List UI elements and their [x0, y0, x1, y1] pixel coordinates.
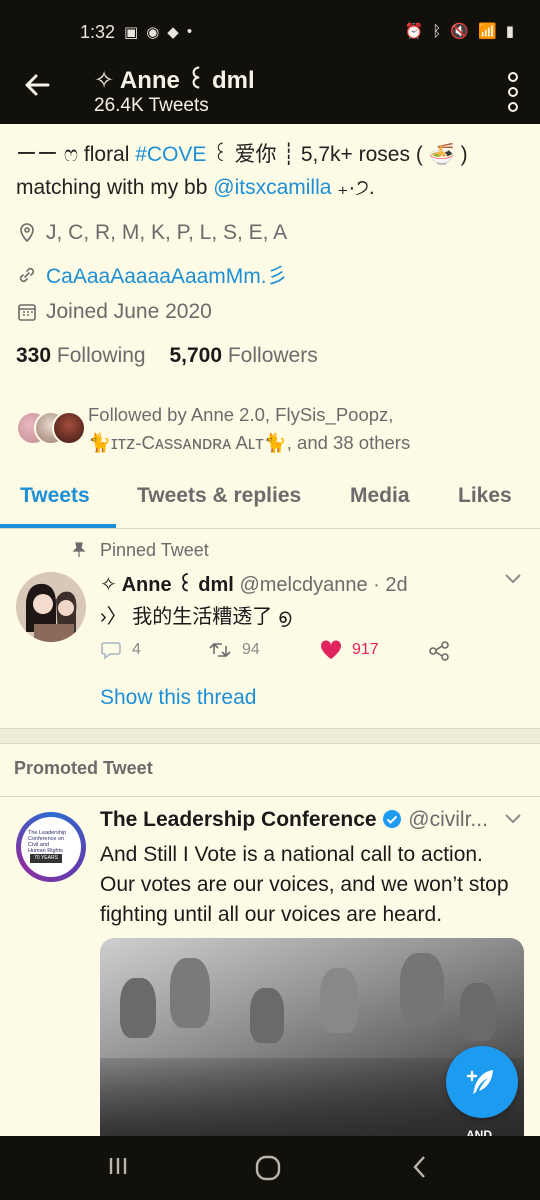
- wifi-icon: 📶: [478, 23, 497, 40]
- image-detail: [400, 953, 444, 1023]
- tweet-header: ✧ Anne ꒰ dml @melcdyanne · 2d: [100, 570, 408, 597]
- profile-link[interactable]: CaAaaAaaaaAaamMm.彡: [46, 260, 288, 290]
- link-icon: [19, 267, 35, 283]
- tweet-actions: 4 94 917: [100, 640, 520, 668]
- follow-counts: 330 Following 5,700 Followers: [16, 344, 318, 368]
- image-detail: [120, 978, 156, 1038]
- tab-tweets-replies[interactable]: Tweets & replies: [137, 484, 301, 508]
- bio-text: matching with my bb: [16, 176, 214, 199]
- image-detail: [460, 983, 496, 1041]
- followers-count: 5,700: [169, 344, 223, 367]
- status-bar: 1:32 ▣ ◉ ◆ • ⏰ ᛒ 🔇 📶 ▮: [0, 0, 540, 62]
- bio-text: ꒰ 爱你 ┊ 5,7k+ roses ( 🍜 ): [206, 143, 468, 166]
- promo-tweet-text: And Still I Vote is a national call to a…: [100, 843, 509, 926]
- profile-tabs: Tweets Tweets & replies Media Likes: [0, 470, 540, 529]
- tweet-handle-time: @melcdyanne · 2d: [239, 574, 408, 596]
- promo-org-name[interactable]: The Leadership Conference: [100, 808, 377, 831]
- following-link[interactable]: 330 Following: [16, 344, 146, 367]
- like-count: 917: [352, 641, 379, 658]
- header-profile-name: ✧ Anne ꒰ dml: [94, 67, 255, 94]
- profile-bio: ーー ෆ floral #COVE ꒰ 爱你 ┊ 5,7k+ roses ( 🍜…: [16, 138, 526, 204]
- heart-icon: [320, 640, 342, 659]
- location-text: J, C, R, M, K, P, L, S, E, A: [46, 221, 288, 244]
- bio-text: ₊·੭.: [331, 176, 375, 199]
- status-time: 1:32: [80, 22, 116, 42]
- location-pin-icon: [20, 223, 34, 243]
- tab-tweets[interactable]: Tweets: [20, 484, 90, 508]
- follower-avatars: [16, 411, 86, 445]
- following-label: Following: [56, 344, 146, 367]
- bio-hashtag-link[interactable]: #COVE: [135, 143, 206, 166]
- followers-label: Followers: [227, 344, 318, 367]
- back-arrow-icon[interactable]: [22, 70, 52, 109]
- image-detail: [320, 968, 358, 1033]
- tweet-author-avatar[interactable]: [16, 572, 86, 642]
- link-row: CaAaaAaaaaAaamMm.彡: [16, 260, 288, 290]
- home-icon[interactable]: [254, 1154, 282, 1187]
- bio-text: ーー ෆ floral: [16, 143, 136, 166]
- verified-badge-icon: [383, 810, 402, 828]
- image-detail: [250, 988, 284, 1043]
- header-tweet-count: 26.4K Tweets: [94, 95, 209, 116]
- reply-button[interactable]: 4: [100, 640, 141, 660]
- tweet-author-name[interactable]: ✧ Anne ꒰ dml: [100, 574, 234, 596]
- org-logo-avatar[interactable]: The Leadership Conference on Civil and H…: [16, 812, 86, 882]
- app-icon: ◆: [167, 24, 179, 41]
- tab-media[interactable]: Media: [350, 484, 410, 508]
- tab-likes[interactable]: Likes: [458, 484, 512, 508]
- back-nav-icon[interactable]: [410, 1154, 430, 1185]
- share-button[interactable]: [428, 640, 450, 662]
- bio-mention-link[interactable]: @itsxcamilla: [213, 176, 331, 199]
- reply-icon: [101, 642, 121, 660]
- recent-apps-icon[interactable]: [106, 1154, 130, 1183]
- battery-icon: ▮: [505, 23, 514, 40]
- tweet-menu-chevron-down-icon[interactable]: [504, 572, 522, 590]
- calendar-icon: [18, 304, 36, 321]
- image-detail: [170, 958, 210, 1028]
- reply-count: 4: [132, 641, 141, 658]
- pinned-label: Pinned Tweet: [100, 540, 209, 560]
- profile-header: ✧ Anne ꒰ dml 26.4K Tweets: [0, 62, 540, 124]
- pin-icon: [72, 542, 86, 563]
- share-icon: [429, 641, 449, 661]
- avatar: [52, 411, 86, 445]
- joined-text: Joined June 2020: [46, 300, 212, 323]
- logo-years: 70 YEARS: [30, 854, 62, 863]
- alarm-icon: ⏰: [404, 23, 424, 40]
- followed-by-line: Followed by Anne 2.0, FlySis_Poopz,: [88, 404, 394, 425]
- media-icon: ◉: [146, 24, 160, 41]
- tweet-text: ›〉 我的生活糟透了 ൭: [100, 606, 292, 628]
- compose-feather-icon: [466, 1070, 493, 1094]
- notification-icons: ▣ ◉ ◆ •: [124, 23, 192, 41]
- retweet-button[interactable]: 94: [208, 640, 260, 660]
- promo-handle: @civilr...: [408, 808, 488, 831]
- promoted-label: Promoted Tweet: [14, 758, 153, 778]
- active-tab-indicator: [0, 524, 116, 528]
- promo-header: The Leadership Conference @civilr...: [100, 808, 500, 832]
- followers-link[interactable]: 5,700 Followers: [169, 344, 317, 367]
- logo-text: The Leadership Conference on Civil and H…: [28, 830, 67, 854]
- gallery-icon: ▣: [124, 24, 139, 41]
- followed-by-line: 🐈ɪᴛᴢ-Cᴀssᴀɴᴅʀᴀ Aʟᴛ🐈, and 38 others: [88, 432, 411, 453]
- like-button[interactable]: 917: [320, 640, 379, 660]
- system-icons: ⏰ ᛒ 🔇 📶 ▮: [404, 22, 514, 41]
- divider: [0, 796, 540, 797]
- following-count: 330: [16, 344, 52, 367]
- compose-tweet-button[interactable]: [446, 1046, 518, 1118]
- promo-media-image[interactable]: AND: [100, 938, 524, 1148]
- more-options-icon[interactable]: [508, 72, 518, 112]
- bluetooth-icon: ᛒ: [432, 22, 442, 40]
- location-row: J, C, R, M, K, P, L, S, E, A: [16, 221, 287, 245]
- promo-menu-chevron-down-icon[interactable]: [504, 812, 522, 830]
- retweet-icon: [209, 642, 231, 658]
- show-thread-link[interactable]: Show this thread: [100, 686, 256, 710]
- mute-icon: 🔇: [450, 23, 470, 40]
- followed-by-text: Followed by Anne 2.0, FlySis_Poopz, 🐈ɪᴛᴢ…: [88, 401, 528, 457]
- section-divider: [0, 728, 540, 744]
- system-nav-bar: [0, 1136, 540, 1200]
- joined-row: Joined June 2020: [16, 300, 212, 324]
- retweet-count: 94: [242, 641, 260, 658]
- dot-icon: •: [186, 23, 193, 40]
